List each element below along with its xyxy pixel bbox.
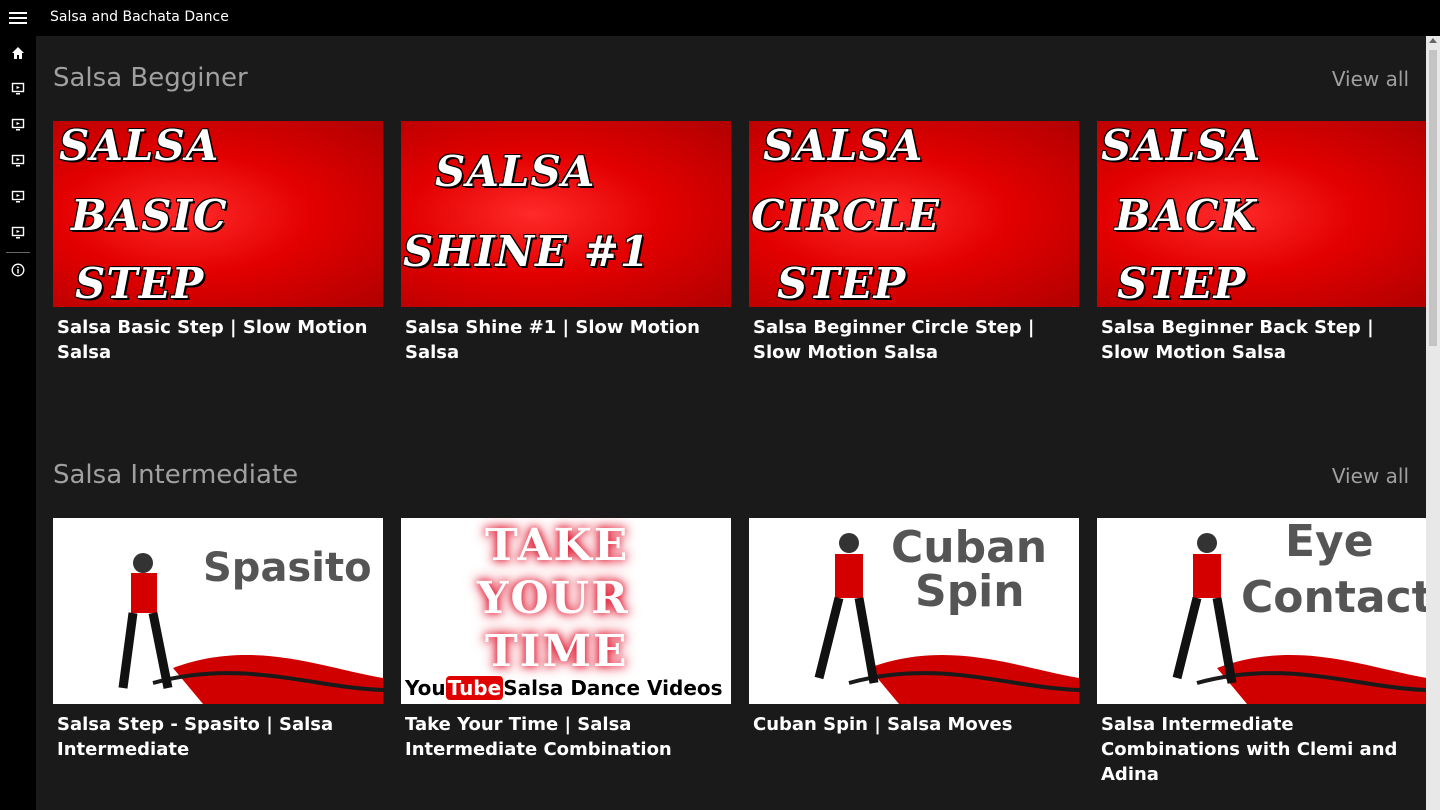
view-all-beginner-link[interactable]: View all [1332, 67, 1409, 91]
monitor-icon[interactable] [9, 152, 27, 170]
video-tile[interactable]: SALSA BACK STEP Salsa Beginner Back Step… [1097, 121, 1426, 365]
video-caption: Salsa Beginner Circle Step | Slow Motion… [753, 317, 1035, 363]
thumb-text: TIME [485, 626, 629, 677]
monitor-icon[interactable] [9, 188, 27, 206]
video-tile[interactable]: SALSA SHINE #1 Salsa Shine #1 | Slow Mot… [401, 121, 731, 365]
video-caption: Cuban Spin | Salsa Moves [753, 714, 1013, 735]
youtube-channel-text: Salsa Dance Videos [503, 676, 723, 700]
video-thumbnail: Spasito [53, 518, 383, 704]
video-thumbnail: SALSA SHINE #1 [401, 121, 731, 307]
thumb-text: SALSA [435, 147, 596, 196]
video-caption: Salsa Intermediate Combinations with Cle… [1101, 714, 1398, 785]
video-thumbnail: Cuban Spin [749, 518, 1079, 704]
section-title-intermediate: Salsa Intermediate [53, 460, 299, 490]
video-caption: Salsa Basic Step | Slow Motion Salsa [57, 317, 368, 363]
main-content: Salsa Begginer View all SALSA BASIC STEP… [36, 36, 1426, 810]
hamburger-menu-icon[interactable] [8, 9, 28, 27]
video-tile[interactable]: Cuban Spin Cuban Spin | Salsa Moves [749, 518, 1079, 737]
thumb-text: CIRCLE [751, 191, 940, 240]
sidebar-divider [6, 252, 30, 253]
video-tile[interactable]: Eye Contact Salsa Intermediate Combinati… [1097, 518, 1426, 787]
video-thumbnail: SALSA BACK STEP [1097, 121, 1426, 307]
video-thumbnail: SALSA CIRCLE STEP [749, 121, 1079, 307]
video-caption: Salsa Beginner Back Step | Slow Motion S… [1101, 317, 1374, 363]
thumb-text: Contact [1241, 572, 1426, 623]
scrollbar-thumb[interactable] [1429, 50, 1437, 346]
video-caption: Salsa Step - Spasito | Salsa Intermediat… [57, 714, 334, 760]
vertical-scrollbar[interactable] [1426, 36, 1440, 810]
thumb-text: STEP [777, 259, 907, 307]
thumb-text: Eye [1285, 518, 1374, 567]
monitor-icon[interactable] [9, 116, 27, 134]
video-caption: Salsa Shine #1 | Slow Motion Salsa [405, 317, 700, 363]
thumb-text: Spasito [203, 545, 372, 591]
thumb-text: BASIC [71, 191, 228, 240]
thumb-text: SALSA [1101, 121, 1262, 170]
thumb-text: STEP [75, 259, 205, 307]
info-icon[interactable] [9, 261, 27, 279]
thumb-text: BACK [1115, 191, 1258, 240]
youtube-logo: You Tube Salsa Dance Videos [405, 676, 723, 700]
youtube-you-text: You [405, 676, 446, 700]
scroll-up-arrow-icon[interactable] [1429, 38, 1437, 43]
app-title: Salsa and Bachata Dance [50, 9, 229, 25]
thumb-text: Cuban [891, 522, 1048, 573]
thumb-text: Spin [915, 566, 1025, 617]
video-tile[interactable]: Spasito Salsa Step - Spasito | Salsa Int… [53, 518, 383, 762]
video-tile[interactable]: SALSA BASIC STEP Salsa Basic Step | Slow… [53, 121, 383, 365]
title-bar: Salsa and Bachata Dance [0, 0, 1440, 36]
video-caption: Take Your Time | Salsa Intermediate Comb… [405, 714, 672, 760]
monitor-icon[interactable] [9, 80, 27, 98]
video-thumbnail: SALSA BASIC STEP [53, 121, 383, 307]
thumb-text: SALSA [763, 121, 924, 170]
thumb-text: SALSA [59, 121, 220, 170]
video-tile[interactable]: TAKE YOUR TIME You Tube Salsa Dance Videos… [401, 518, 731, 762]
thumb-text: STEP [1117, 259, 1247, 307]
view-all-intermediate-link[interactable]: View all [1332, 464, 1409, 488]
video-thumbnail: Eye Contact [1097, 518, 1426, 704]
thumb-text: TAKE [485, 520, 630, 571]
sidebar [0, 36, 36, 810]
video-tile[interactable]: SALSA CIRCLE STEP Salsa Beginner Circle … [749, 121, 1079, 365]
thumb-text: YOUR [477, 573, 630, 624]
section-title-beginner: Salsa Begginer [53, 63, 248, 93]
video-thumbnail: TAKE YOUR TIME You Tube Salsa Dance Videos [401, 518, 731, 704]
youtube-tube-text: Tube [445, 676, 504, 700]
thumb-text: SHINE #1 [403, 227, 651, 276]
home-icon[interactable] [9, 44, 27, 62]
monitor-icon[interactable] [9, 224, 27, 242]
